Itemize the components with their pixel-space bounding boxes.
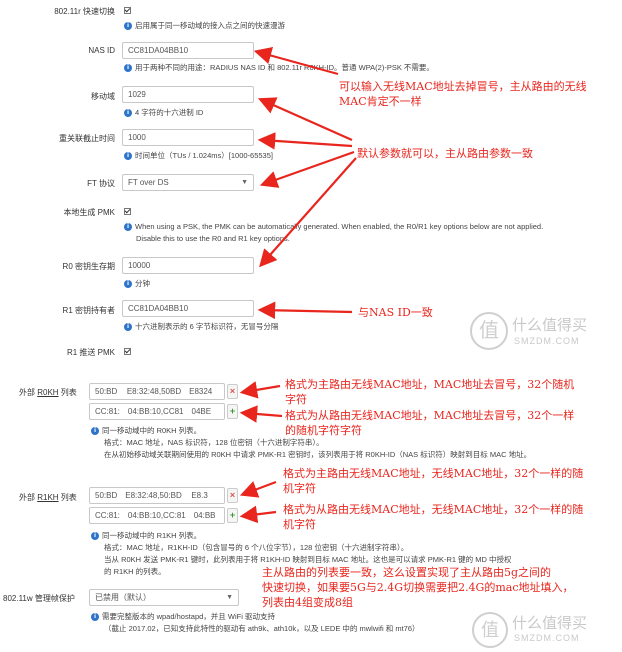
annotation-r0kh-main: 格式为主路由无线MAC地址，MAC地址去冒号，32个随机 字符 <box>285 378 575 406</box>
annotation-arrow <box>259 150 355 188</box>
r1kh-entry-2[interactable]: CC:81: 04:BB:10,CC:81 04:BB <box>89 507 225 524</box>
nas-id-help: i 用于两种不同的用途：RADIUS NAS ID 和 802.11r R0KH-… <box>124 62 434 73</box>
add-button[interactable]: + <box>227 404 238 419</box>
r1-push-checkbox[interactable] <box>124 348 131 355</box>
r1-key-holder-help: i 十六进制表示的 6 字节标识符，无冒号分隔 <box>124 321 278 332</box>
watermark-logo-icon: 值 <box>470 312 508 350</box>
r1kh-help-3: 当从 R0KH 发送 PMK-R1 键时，此列表用于将 R1KH-ID 映射到目… <box>104 555 512 564</box>
mgmt-protect-help-2: （截止 2017.02，已知支持此特性的驱动有 ath9k、ath10k，以及 … <box>104 624 420 633</box>
chevron-down-icon: ▼ <box>226 594 233 601</box>
r1-push-label: R1 推送 PMK <box>66 348 115 357</box>
remove-button[interactable]: × <box>227 384 238 399</box>
mgmt-protect-select[interactable]: 已禁用（默认） ▼ <box>89 589 239 606</box>
r0-key-lifetime-input[interactable]: 10000 <box>122 257 254 274</box>
info-icon: i <box>91 427 99 436</box>
r1kh-help-1: i 同一移动域中的 R1KH 列表。 <box>91 530 201 541</box>
reassoc-deadline-label: 重关联截止时间 <box>59 134 115 143</box>
r1-key-holder-label: R1 密钥持有者 <box>62 306 115 315</box>
mgmt-protect-label: 802.11w 管理帧保护 <box>3 594 75 603</box>
mgmt-protect-help-1: i 需要完整版本的 wpad/hostapd，并且 WiFi 驱动支持 <box>91 611 275 622</box>
r1kh-help-4: 的 R1KH 的列表。 <box>104 567 166 576</box>
remove-button[interactable]: × <box>227 488 238 503</box>
annotation-r0kh-sub: 格式为从路由无线MAC地址，MAC地址去冒号，32个一样 的随机字符字符 <box>285 409 575 437</box>
ft-80211r-label: 802.11r 快速切换 <box>54 7 115 16</box>
r0kh-help-1: i 同一移动域中的 R0KH 列表。 <box>91 425 201 436</box>
annotation-r1kh-main: 格式为主路由无线MAC地址，无线MAC地址，32个一样的随 机字符 <box>283 467 584 495</box>
r0kh-help-3: 在从初始移动域关联期间使用的 R0KH 中请求 PMK-R1 密钥时，该列表用于… <box>104 450 532 459</box>
r1kh-label: 外部 R1KH 列表 <box>19 493 77 502</box>
info-icon: i <box>124 64 132 73</box>
r0kh-entry-2[interactable]: CC:81: 04:BB:10,CC81 04BE <box>89 403 225 420</box>
info-icon: i <box>91 532 99 541</box>
r1kh-help-2: 格式：MAC 地址，R1KH-ID（包含冒号的 6 个八位字节），128 位密钥… <box>104 543 409 552</box>
mobility-domain-label: 移动域 <box>91 92 115 101</box>
ft-80211r-help: i 启用属于同一移动域的接入点之间的快速漫游 <box>124 20 285 31</box>
ft-protocol-select[interactable]: FT over DS ▼ <box>122 174 254 191</box>
r0kh-label: 外部 R0KH 列表 <box>19 388 77 397</box>
local-pmk-help: i When using a PSK, the PMK can be automa… <box>124 222 543 232</box>
watermark-logo-icon: 值 <box>472 612 508 648</box>
r0-key-lifetime-label: R0 密钥生存期 <box>62 262 115 271</box>
annotation-summary: 主从路由的列表要一致，这么设置实现了主从路由5g之间的 快速切换，如果要5G与2… <box>262 566 574 609</box>
r1kh-entry-1[interactable]: 50:BD E8:32:48,50:BD E8.3 <box>89 487 225 504</box>
r1-key-holder-input[interactable]: CC81DA04BB10 <box>122 300 254 317</box>
annotation-arrow <box>239 405 283 423</box>
annotation-arrow <box>257 132 353 150</box>
nas-id-input[interactable]: CC81DA04BB10 <box>122 42 254 59</box>
annotation-nas-id: 可以输入无线MAC地址去掉冒号，主从路由的无线 MAC肯定不一样 <box>339 80 587 108</box>
add-button[interactable]: + <box>227 508 238 523</box>
info-icon: i <box>124 152 132 161</box>
r0-key-lifetime-help: i 分钟 <box>124 278 150 289</box>
chevron-down-icon: ▼ <box>241 179 248 186</box>
annotation-r1-holder: 与NAS ID一致 <box>358 306 433 319</box>
info-icon: i <box>124 22 132 31</box>
annotation-defaults: 默认参数就可以，主从路由参数一致 <box>357 147 533 160</box>
info-icon: i <box>91 613 99 622</box>
nas-id-label: NAS ID <box>88 46 115 55</box>
reassoc-deadline-input[interactable]: 1000 <box>122 129 254 146</box>
annotation-arrow <box>239 381 281 399</box>
info-icon: i <box>124 223 132 232</box>
ft-80211r-checkbox[interactable] <box>124 7 131 14</box>
annotation-arrow <box>239 505 277 524</box>
annotation-arrow <box>239 480 277 498</box>
annotation-arrow <box>257 301 353 320</box>
local-pmk-help-2: Disable this to use the R0 and R1 key op… <box>136 234 290 243</box>
info-icon: i <box>124 109 132 118</box>
local-pmk-label: 本地生成 PMK <box>63 208 115 217</box>
annotation-r1kh-sub: 格式为从路由无线MAC地址，无线MAC地址，32个一样的随 机字符 <box>283 503 584 531</box>
r0kh-help-2: 格式：MAC 地址，NAS 标识符，128 位密钥（十六进制字符串）。 <box>104 438 324 447</box>
local-pmk-checkbox[interactable] <box>124 208 131 215</box>
mobility-domain-help: i4 字符的十六进制 ID <box>124 107 203 118</box>
ft-protocol-label: FT 协议 <box>87 179 115 188</box>
info-icon: i <box>124 323 132 332</box>
mobility-domain-input[interactable]: 1029 <box>122 86 254 103</box>
r0kh-entry-1[interactable]: 50:BD E8:32:48,50BD E8324 <box>89 383 225 400</box>
info-icon: i <box>124 280 132 289</box>
annotation-arrow <box>259 157 357 268</box>
reassoc-deadline-help: i 时间单位（TUs / 1.024ms）[1000-65535] <box>124 150 273 161</box>
